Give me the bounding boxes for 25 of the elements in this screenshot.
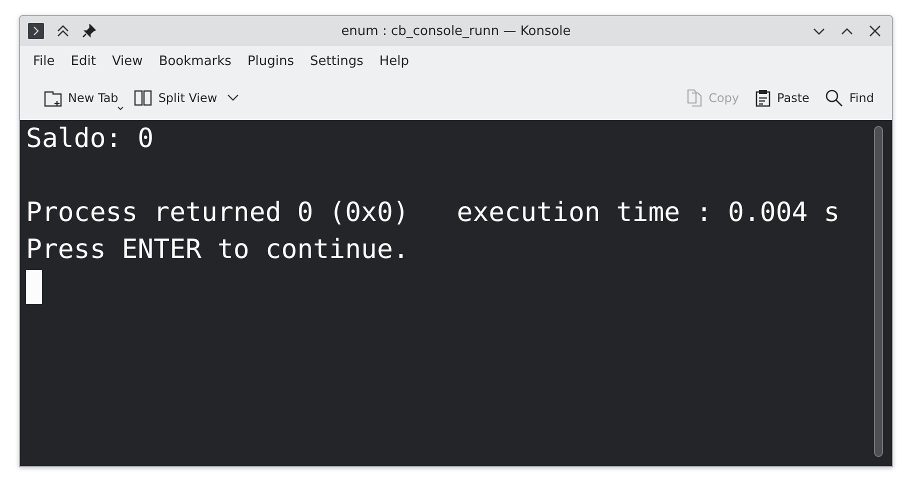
search-icon (825, 89, 844, 107)
toolbar-button[interactable]: Split View (128, 85, 246, 111)
menu-item[interactable]: Help (371, 54, 417, 68)
terminal-line: Process returned 0 (0x0) execution time : 0.004 s (26, 196, 841, 230)
menu-item[interactable]: Edit (62, 54, 104, 68)
menu-item[interactable]: File (25, 54, 63, 68)
scrollbar[interactable] (874, 126, 883, 457)
menu-item[interactable]: Settings (302, 54, 372, 68)
clipboard-icon (755, 89, 772, 107)
keep-above-icon[interactable] (56, 24, 70, 38)
new-tab-icon (44, 89, 62, 107)
close-icon[interactable] (868, 24, 882, 38)
terminal-icon[interactable] (28, 23, 44, 39)
copy-icon (686, 89, 703, 107)
terminal-line: Press ENTER to continue. (26, 233, 410, 267)
menu-item[interactable]: Plugins (239, 54, 302, 68)
toolbar-button[interactable]: New Tab (38, 85, 124, 111)
pin-icon[interactable] (82, 24, 96, 38)
toolbar-button[interactable]: Find (819, 85, 880, 111)
menu-item[interactable]: Bookmarks (150, 54, 240, 68)
terminal-line: Saldo: 0 (26, 122, 155, 156)
toolbar-button[interactable]: Paste (749, 85, 816, 111)
menu-item[interactable]: View (104, 54, 151, 68)
split-view-icon (134, 89, 152, 107)
window-title: enum : cb_console_runn — Konsole (340, 24, 572, 38)
